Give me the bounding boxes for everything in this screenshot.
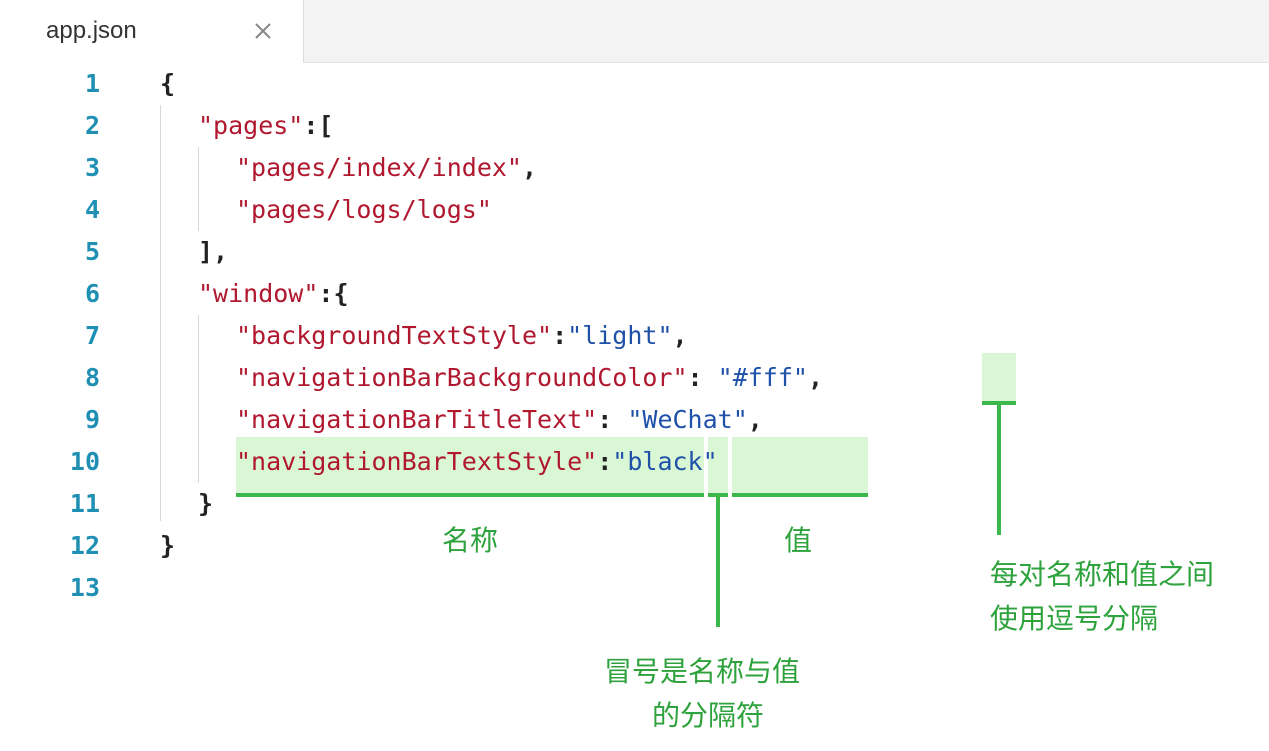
- json-key: "navigationBarBackgroundColor": [236, 363, 688, 392]
- code-text: "navigationBarBackgroundColor": "#fff",: [236, 357, 823, 399]
- json-punctuation: ,: [521, 153, 538, 182]
- code-text: "navigationBarTitleText": "WeChat",: [236, 399, 763, 441]
- value-label: 值: [784, 524, 813, 557]
- code-line[interactable]: 1{: [0, 63, 1269, 105]
- code-editor[interactable]: 1{2 "pages":[3 "pages/index/index", 4 "pages…: [0, 63, 1269, 751]
- json-punctuation: :{: [318, 279, 349, 308]
- name-label: 名称: [442, 524, 499, 557]
- colon-connector: [716, 493, 720, 627]
- json-key: "pages": [198, 111, 304, 140]
- json-punctuation: ],: [198, 237, 229, 266]
- json-key: "window": [198, 279, 319, 308]
- json-punctuation: }: [198, 489, 214, 518]
- json-punctuation: {: [160, 69, 176, 98]
- close-icon[interactable]: [250, 18, 276, 44]
- code-line[interactable]: 7 "backgroundTextStyle":"light",: [0, 315, 1269, 357]
- code-text: "pages/logs/logs": [236, 189, 492, 231]
- line-number: 5: [84, 237, 100, 266]
- colon-note-line1: 冒号是名称与值: [604, 655, 801, 688]
- line-number: 3: [84, 153, 100, 182]
- comma-connector: [997, 401, 1001, 535]
- code-text: }: [198, 483, 213, 525]
- line-number: 4: [84, 195, 100, 224]
- code-text: }: [160, 525, 175, 567]
- line-number: 2: [84, 111, 100, 140]
- code-line[interactable]: 2 "pages":[: [0, 105, 1269, 147]
- comma-note-line1: 每对名称和值之间: [990, 558, 1215, 591]
- json-key: "navigationBarTitleText": [236, 405, 598, 434]
- json-punctuation: ,: [747, 405, 763, 434]
- json-punctuation: :: [597, 447, 613, 476]
- code-text: "pages":[: [198, 105, 333, 147]
- line-number: 10: [69, 447, 100, 476]
- json-punctuation: :[: [303, 111, 334, 140]
- code-line[interactable]: 11}: [0, 483, 1269, 525]
- code-text: "window":{: [198, 273, 349, 315]
- code-line[interactable]: 5],: [0, 231, 1269, 273]
- json-value: "WeChat": [627, 405, 748, 434]
- tab-label: app.json: [46, 17, 137, 44]
- line-number: 13: [69, 573, 100, 602]
- json-punctuation: ,: [807, 363, 824, 392]
- json-key: "backgroundTextStyle": [236, 321, 553, 350]
- code-line[interactable]: 3 "pages/index/index",: [0, 147, 1269, 189]
- code-text: "backgroundTextStyle":"light",: [236, 315, 688, 357]
- code-text: "navigationBarTextStyle":"black": [236, 441, 718, 483]
- json-value: "black": [612, 447, 718, 476]
- json-key: "pages/index/index": [236, 153, 522, 182]
- app-window: app.json 1{2 "pages":[3 "pages/index/index…: [0, 0, 1269, 751]
- code-text: ],: [198, 231, 228, 273]
- code-line[interactable]: 9 "navigationBarTitleText": "WeChat",: [0, 399, 1269, 441]
- line-number: 9: [84, 405, 100, 434]
- tab-app-json[interactable]: app.json: [0, 0, 304, 63]
- line-number: 12: [69, 531, 100, 560]
- json-punctuation: :: [552, 321, 568, 350]
- json-punctuation: ,: [672, 321, 688, 350]
- json-key: "navigationBarTextStyle": [236, 447, 598, 476]
- code-line[interactable]: 6 "window":{: [0, 273, 1269, 315]
- code-text: "pages/index/index",: [236, 147, 537, 189]
- comma-note-line2: 使用逗号分隔: [990, 602, 1159, 635]
- colon-note-line2: 的分隔符: [652, 699, 765, 732]
- value-underline: [732, 493, 868, 497]
- json-punctuation: :: [687, 363, 718, 392]
- code-line[interactable]: 4 "pages/logs/logs": [0, 189, 1269, 231]
- json-value: "#fff": [717, 363, 808, 392]
- code-line[interactable]: 8 "navigationBarBackgroundColor": "#fff",: [0, 357, 1269, 399]
- code-text: {: [160, 63, 175, 105]
- tab-bar: app.json: [0, 0, 1269, 63]
- json-key: "pages/logs/logs": [236, 195, 492, 224]
- line-number: 6: [84, 279, 100, 308]
- line-number: 8: [84, 363, 100, 392]
- line-number: 11: [69, 489, 100, 518]
- json-value: "light": [567, 321, 673, 350]
- code-line[interactable]: 10 "navigationBarTextStyle":"black": [0, 441, 1269, 483]
- json-punctuation: }: [160, 531, 176, 560]
- name-underline: [236, 493, 704, 497]
- line-number: 1: [84, 69, 100, 98]
- line-number: 7: [84, 321, 100, 350]
- json-punctuation: :: [597, 405, 628, 434]
